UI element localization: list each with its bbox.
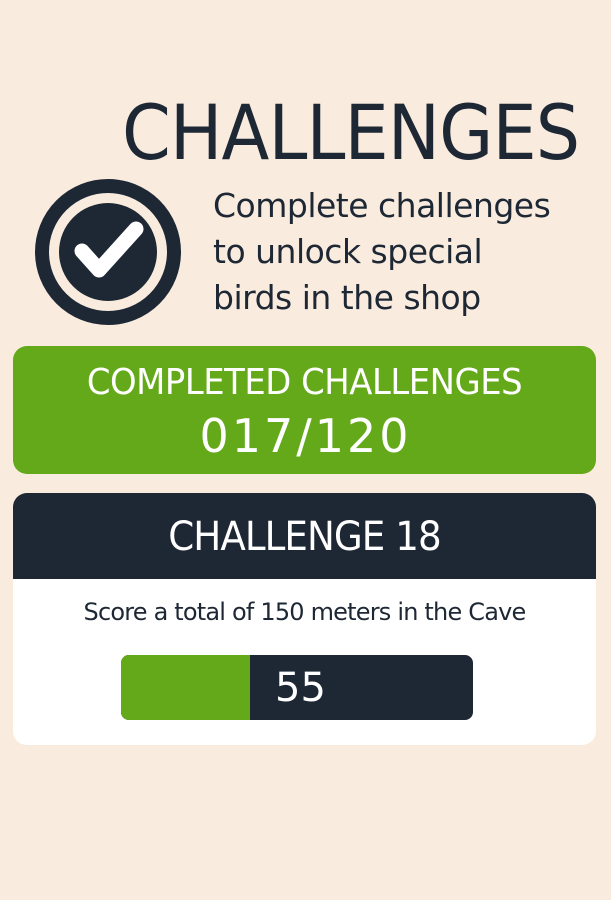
current-challenge-card[interactable]: CHALLENGE 18 Score a total of 150 meters… [13, 493, 596, 745]
page-title: CHALLENGES [122, 88, 580, 177]
intro-line: to unlock special [213, 232, 483, 271]
challenge-header: CHALLENGE 18 [13, 493, 596, 579]
challenge-progress-bar: 55 [121, 655, 473, 720]
challenge-progress-value: 55 [275, 665, 326, 711]
challenge-progress-fill [121, 655, 251, 720]
intro-text: Complete challenges to unlock special bi… [213, 183, 593, 321]
challenge-description: Score a total of 150 meters in the Cave [83, 598, 527, 626]
intro-line: birds in the shop [213, 278, 481, 317]
completed-challenges-label: COMPLETED CHALLENGES [86, 362, 523, 403]
completed-challenges-count: 017/120 [199, 409, 412, 463]
intro-line: Complete challenges [213, 186, 551, 225]
challenge-title: CHALLENGE 18 [168, 514, 441, 560]
checkmark-badge-icon [35, 179, 181, 325]
